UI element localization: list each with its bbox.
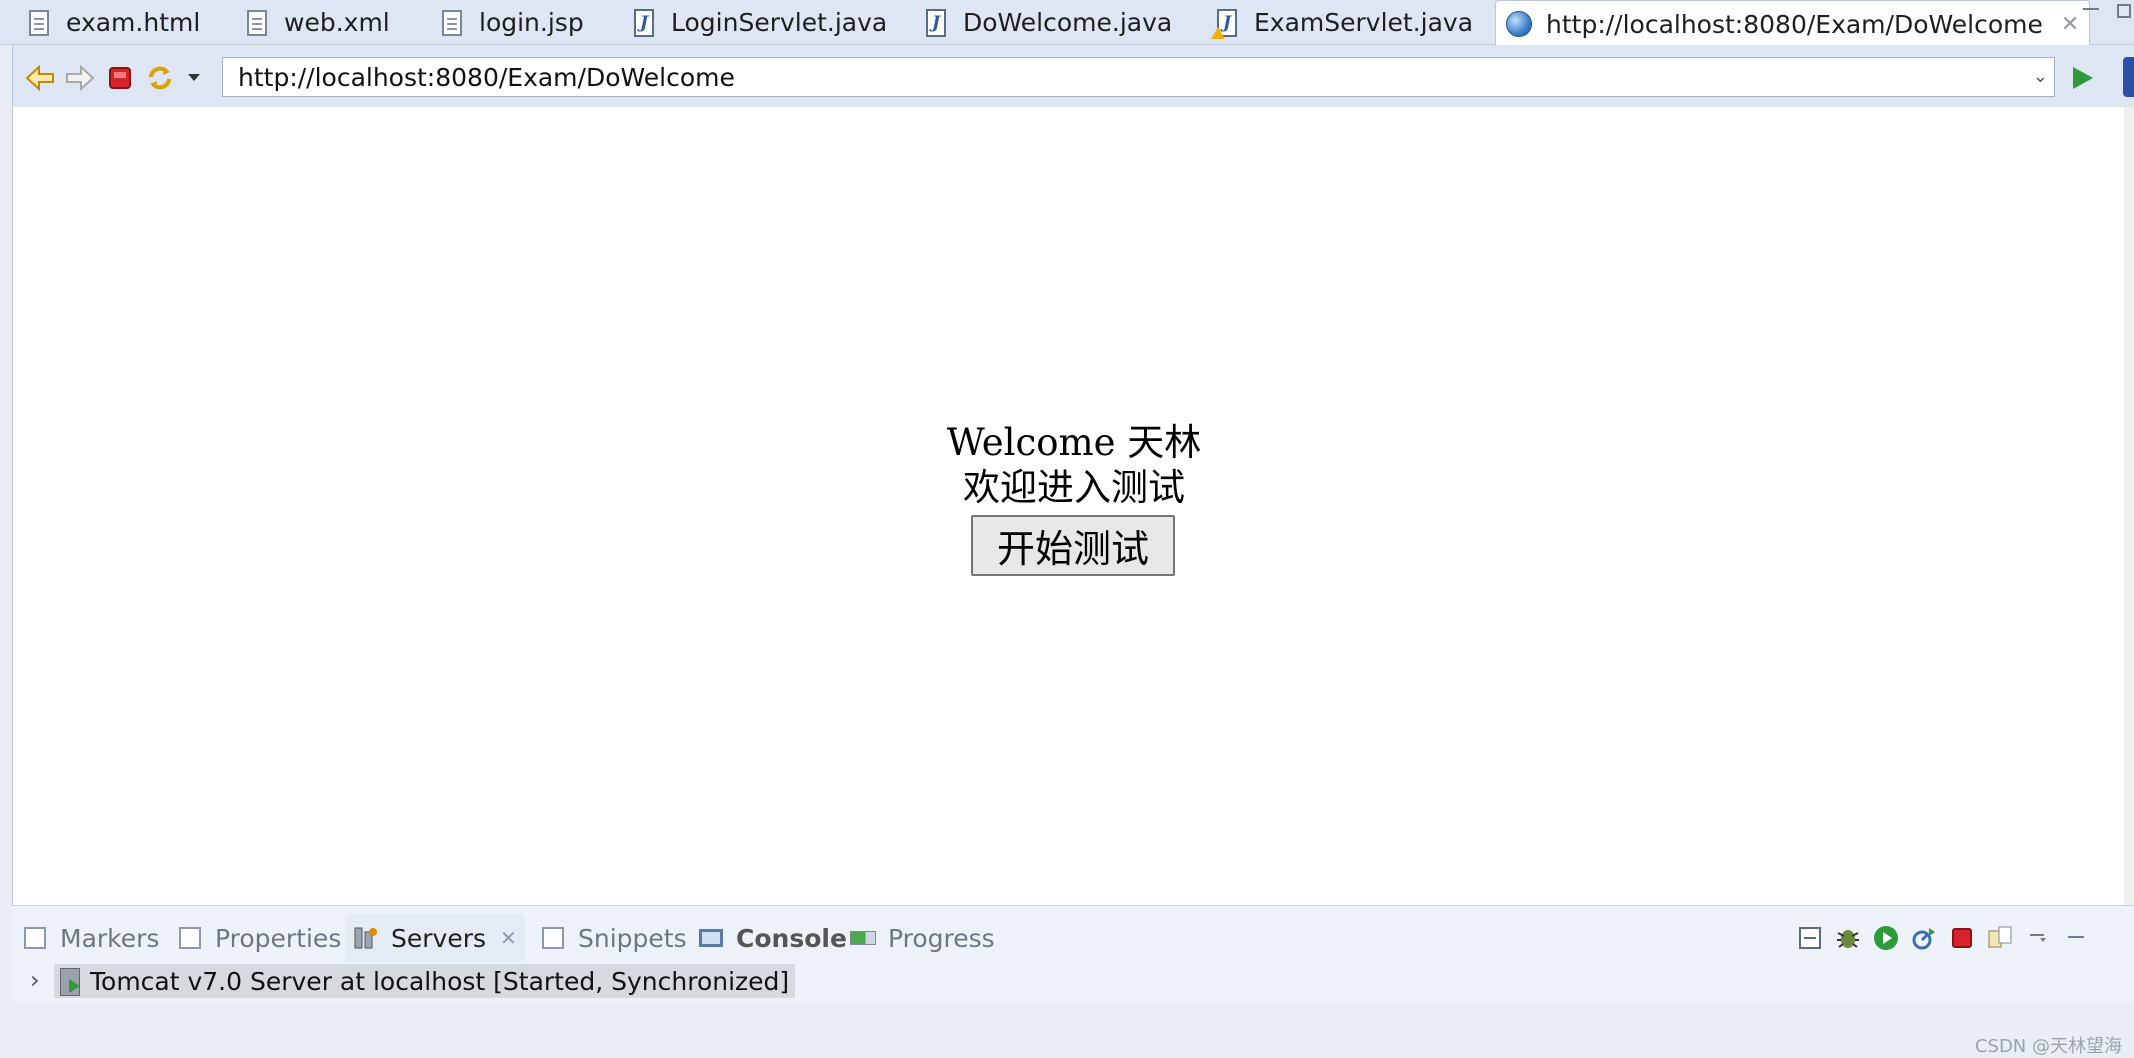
tab-dowelcome-java[interactable]: J DoWelcome.java [923,0,1172,45]
scrollbar[interactable] [2124,107,2134,905]
back-icon[interactable] [25,63,55,93]
welcome-heading: Welcome 天林 [946,421,1202,464]
server-entry-label: Tomcat v7.0 Server at localhost [Started… [90,966,790,996]
tab-label: login.jsp [479,8,584,37]
tab-label: ExamServlet.java [1254,8,1474,37]
server-list: › Tomcat v7.0 Server at localhost [Start… [12,964,2134,1057]
tab-label: Servers [391,923,487,953]
browser-toolbar: http://localhost:8080/Exam/DoWelcome ⌄ [12,45,2134,107]
tab-web-xml[interactable]: web.xml [244,0,390,45]
tab-servers[interactable]: Servers ✕ [345,914,525,962]
server-started-icon [60,968,80,996]
bottom-panel: Markers Properties Servers ✕ Snippets Co… [12,905,2134,1057]
properties-icon [177,925,203,951]
minimize-view-icon[interactable] [2063,925,2089,951]
editor-tab-bar: exam.html web.xml login.jsp J LoginServl… [0,0,2134,47]
tab-label: Markers [60,923,160,953]
tab-exam-html[interactable]: exam.html [26,0,200,45]
chevron-down-icon[interactable]: ⌄ [2033,66,2048,87]
url-text: http://localhost:8080/Exam/DoWelcome [238,62,735,92]
servers-icon [353,925,379,951]
minimize-icon[interactable] [2083,8,2099,10]
eclipse-perspective-icon[interactable] [2123,57,2134,97]
tab-label: exam.html [66,8,201,37]
tab-label: LoginServlet.java [671,8,888,37]
tab-label: Snippets [578,923,687,953]
java-file-icon: J [923,8,949,38]
stop-icon[interactable] [105,63,135,93]
welcome-text-block: Welcome 天林 欢迎进入测试 [13,420,2134,510]
welcome-subtitle: 欢迎进入测试 [963,466,1185,509]
tab-browser-dowelcome[interactable]: http://localhost:8080/Exam/DoWelcome ✕ [1495,0,2091,47]
tab-label: Properties [215,923,342,953]
java-file-warning-icon: J [1211,8,1240,39]
markers-icon [22,925,48,951]
html-file-icon [26,8,52,38]
watermark: CSDN @天林望海 [1974,1036,2122,1057]
progress-icon [850,925,876,951]
globe-icon [1506,9,1532,39]
close-tab-icon[interactable]: ✕ [2061,12,2079,37]
tab-console[interactable]: Console [698,914,847,962]
maximize-icon[interactable] [2117,4,2131,18]
tab-login-jsp[interactable]: login.jsp [439,0,584,45]
expand-chevron-icon[interactable]: › [30,966,40,994]
go-icon[interactable] [2068,63,2098,93]
tab-loginservlet-java[interactable]: J LoginServlet.java [631,0,887,45]
close-view-icon[interactable]: ✕ [500,926,517,950]
tab-label: http://localhost:8080/Exam/DoWelcome [1546,9,2043,39]
snippets-icon [540,925,566,951]
forward-icon[interactable] [65,63,95,93]
jsp-file-icon [439,8,465,38]
tab-markers[interactable]: Markers [22,914,159,962]
tab-properties[interactable]: Properties [177,914,341,962]
tab-label: DoWelcome.java [963,8,1173,37]
publish-icon[interactable] [1987,925,2013,951]
start-test-button[interactable]: 开始测试 [971,515,1175,576]
tab-label: Progress [888,923,995,953]
collapse-all-icon[interactable] [1797,925,1823,951]
refresh-icon[interactable] [145,63,175,93]
tab-label: Console [736,923,847,953]
start-server-icon[interactable] [1873,925,1899,951]
java-file-icon: J [631,8,657,38]
tab-snippets[interactable]: Snippets [540,914,687,962]
console-icon [698,925,724,951]
tab-examservlet-java[interactable]: J ExamServlet.java [1211,0,1474,45]
debug-server-icon[interactable] [1835,925,1861,951]
view-menu-icon[interactable] [2025,925,2051,951]
tomcat-server-entry[interactable]: Tomcat v7.0 Server at localhost [Started… [54,964,796,998]
profile-server-icon[interactable] [1911,925,1937,951]
history-dropdown-icon[interactable] [179,63,209,93]
tab-progress[interactable]: Progress [850,914,995,962]
browser-content: Welcome 天林 欢迎进入测试 开始测试 [12,107,2134,905]
servers-toolbar [1797,922,2101,954]
stop-server-icon[interactable] [1949,925,1975,951]
xml-file-icon [244,8,270,38]
tab-label: web.xml [284,8,390,37]
url-input[interactable]: http://localhost:8080/Exam/DoWelcome ⌄ [222,57,2055,97]
